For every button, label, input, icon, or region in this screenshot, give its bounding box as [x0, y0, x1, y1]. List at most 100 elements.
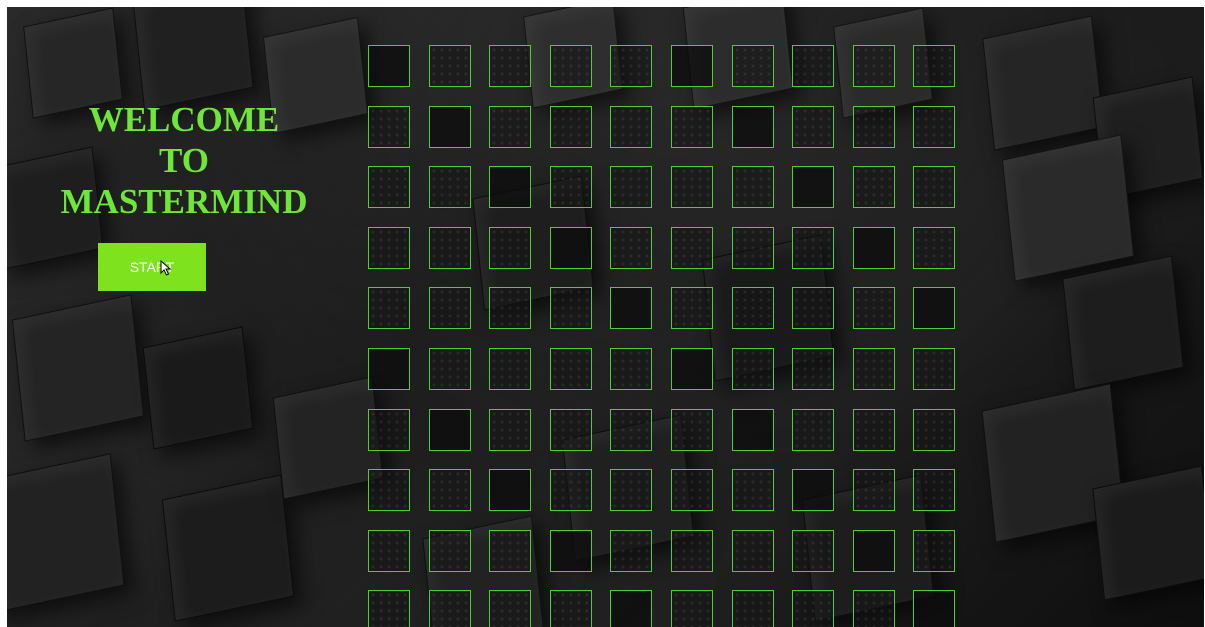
peg-slot[interactable]: [731, 469, 774, 512]
peg-slot[interactable]: [368, 347, 410, 390]
peg-slot[interactable]: [670, 105, 713, 148]
peg-slot[interactable]: [852, 166, 895, 209]
peg-slot[interactable]: [368, 408, 410, 451]
peg-slot[interactable]: [852, 287, 895, 330]
peg-slot[interactable]: [489, 287, 532, 330]
peg-slot[interactable]: [610, 408, 653, 451]
peg-slot[interactable]: [368, 166, 410, 209]
peg-slot[interactable]: [731, 105, 774, 148]
peg-slot[interactable]: [489, 45, 532, 87]
peg-slot[interactable]: [489, 105, 532, 148]
peg-slot[interactable]: [428, 529, 471, 572]
peg-slot[interactable]: [670, 590, 713, 627]
peg-slot[interactable]: [489, 347, 532, 390]
peg-slot[interactable]: [610, 590, 653, 627]
peg-slot[interactable]: [670, 287, 713, 330]
peg-slot[interactable]: [731, 408, 774, 451]
peg-slot[interactable]: [428, 166, 471, 209]
peg-slot[interactable]: [428, 347, 471, 390]
peg-slot[interactable]: [368, 45, 410, 87]
peg-slot[interactable]: [489, 590, 532, 627]
peg-slot[interactable]: [428, 105, 471, 148]
peg-slot[interactable]: [670, 408, 713, 451]
peg-slot[interactable]: [489, 166, 532, 209]
peg-slot[interactable]: [731, 226, 774, 269]
peg-slot[interactable]: [368, 226, 410, 269]
peg-slot[interactable]: [549, 166, 592, 209]
peg-slot[interactable]: [852, 469, 895, 512]
peg-slot[interactable]: [852, 347, 895, 390]
peg-slot[interactable]: [731, 347, 774, 390]
peg-slot[interactable]: [670, 347, 713, 390]
peg-slot[interactable]: [549, 590, 592, 627]
peg-slot[interactable]: [731, 590, 774, 627]
peg-slot[interactable]: [670, 529, 713, 572]
peg-slot[interactable]: [913, 287, 956, 330]
peg-slot[interactable]: [792, 469, 835, 512]
peg-slot[interactable]: [731, 529, 774, 572]
peg-slot[interactable]: [428, 590, 471, 627]
peg-slot[interactable]: [913, 166, 956, 209]
peg-slot[interactable]: [792, 529, 835, 572]
peg-slot[interactable]: [792, 408, 835, 451]
peg-slot[interactable]: [428, 45, 471, 87]
peg-slot[interactable]: [610, 469, 653, 512]
peg-slot[interactable]: [913, 529, 956, 572]
peg-slot[interactable]: [852, 408, 895, 451]
peg-slot[interactable]: [670, 469, 713, 512]
start-button[interactable]: START: [98, 243, 206, 291]
peg-slot[interactable]: [549, 226, 592, 269]
peg-slot[interactable]: [731, 166, 774, 209]
peg-slot[interactable]: [489, 408, 532, 451]
peg-slot[interactable]: [792, 287, 835, 330]
peg-slot[interactable]: [368, 590, 410, 627]
peg-slot[interactable]: [610, 166, 653, 209]
peg-slot[interactable]: [428, 226, 471, 269]
peg-slot[interactable]: [792, 226, 835, 269]
peg-slot[interactable]: [913, 347, 956, 390]
peg-slot[interactable]: [670, 45, 713, 87]
peg-slot[interactable]: [428, 287, 471, 330]
peg-slot[interactable]: [428, 469, 471, 512]
peg-slot[interactable]: [610, 347, 653, 390]
peg-slot[interactable]: [852, 45, 895, 87]
peg-slot[interactable]: [913, 590, 956, 627]
peg-slot[interactable]: [549, 287, 592, 330]
peg-slot[interactable]: [731, 45, 774, 87]
peg-slot[interactable]: [610, 226, 653, 269]
peg-slot[interactable]: [610, 45, 653, 87]
peg-slot[interactable]: [610, 105, 653, 148]
peg-slot[interactable]: [549, 408, 592, 451]
peg-slot[interactable]: [852, 590, 895, 627]
peg-slot[interactable]: [731, 287, 774, 330]
peg-slot[interactable]: [368, 105, 410, 148]
peg-slot[interactable]: [792, 590, 835, 627]
peg-slot[interactable]: [913, 408, 956, 451]
peg-slot[interactable]: [792, 45, 835, 87]
peg-slot[interactable]: [489, 226, 532, 269]
peg-slot[interactable]: [549, 469, 592, 512]
peg-slot[interactable]: [852, 105, 895, 148]
peg-slot[interactable]: [670, 166, 713, 209]
peg-slot[interactable]: [792, 347, 835, 390]
peg-slot[interactable]: [489, 529, 532, 572]
peg-slot[interactable]: [610, 287, 653, 330]
peg-slot[interactable]: [489, 469, 532, 512]
peg-slot[interactable]: [549, 347, 592, 390]
peg-slot[interactable]: [852, 226, 895, 269]
peg-slot[interactable]: [368, 287, 410, 330]
peg-slot[interactable]: [913, 45, 956, 87]
peg-slot[interactable]: [913, 105, 956, 148]
peg-slot[interactable]: [670, 226, 713, 269]
peg-slot[interactable]: [792, 105, 835, 148]
peg-slot[interactable]: [852, 529, 895, 572]
peg-slot[interactable]: [610, 529, 653, 572]
peg-slot[interactable]: [368, 469, 410, 512]
peg-slot[interactable]: [549, 529, 592, 572]
peg-slot[interactable]: [549, 45, 592, 87]
peg-slot[interactable]: [368, 529, 410, 572]
peg-slot[interactable]: [549, 105, 592, 148]
peg-slot[interactable]: [428, 408, 471, 451]
peg-slot[interactable]: [792, 166, 835, 209]
peg-slot[interactable]: [913, 469, 956, 512]
